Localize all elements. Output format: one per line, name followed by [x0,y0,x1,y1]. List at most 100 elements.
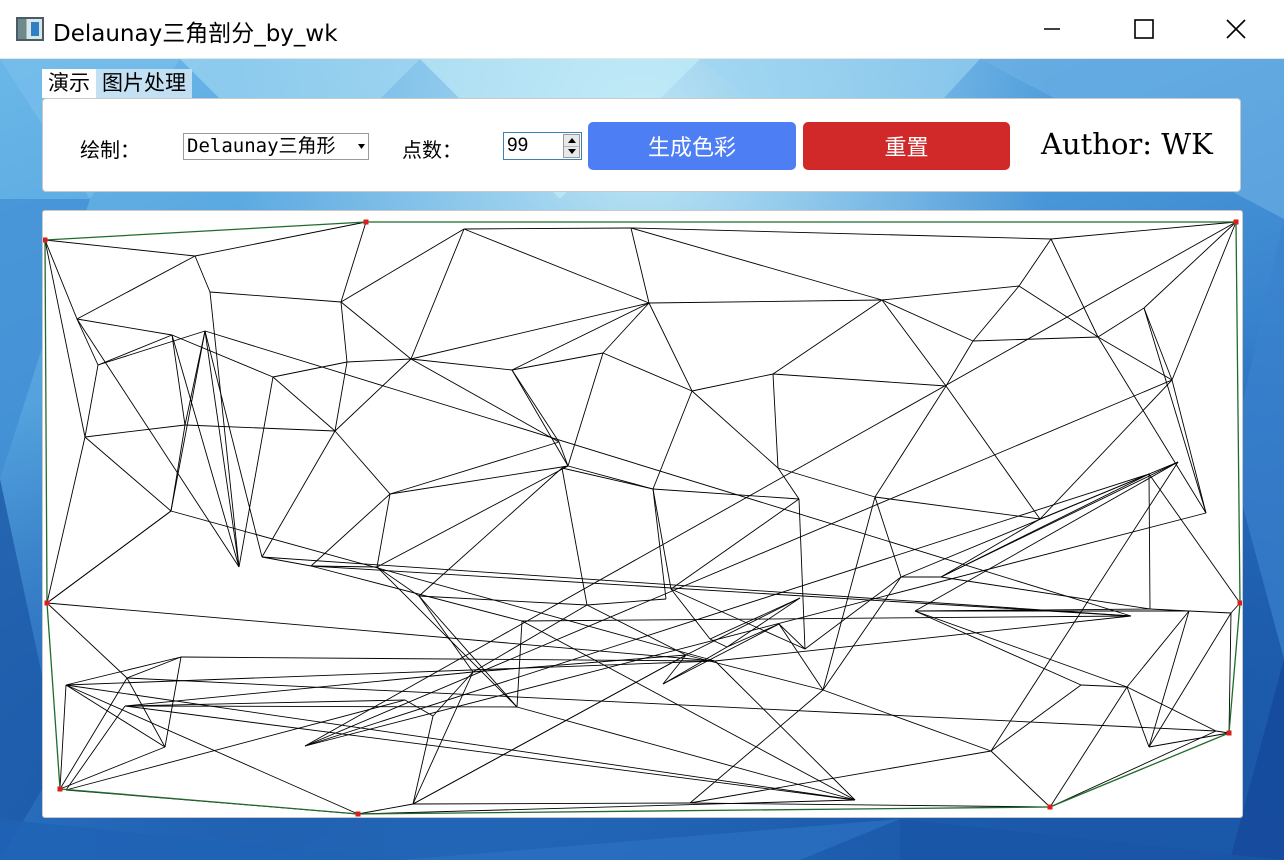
triangle-edge [412,802,691,805]
triangulation-canvas[interactable] [42,210,1243,818]
triangle-edge [662,623,780,685]
triangle-edge [602,352,693,392]
triangle-edge [881,285,1020,301]
menu-bar: 演示 图片处理 [42,69,192,98]
app-window-icon [16,17,44,41]
triangle-edge [76,318,99,366]
hull-edge [1235,221,1241,604]
triangle-edge [65,699,406,791]
triangle-edge [822,576,902,691]
reset-button[interactable]: 重置 [803,122,1010,170]
triangle-edge [304,221,1237,747]
triangle-edge [171,334,274,378]
triangle-edge [170,330,206,512]
triangle-edge [561,467,588,606]
triangle-edge [652,488,672,590]
triangle-edge [1148,473,1241,604]
spin-down-button[interactable] [564,146,579,157]
triangle-edge [84,436,172,512]
triangle-edge [714,615,1132,662]
delaunay-triangulation-drawing [43,219,1242,817]
triangle-edge [689,750,992,804]
triangle-edge [194,255,211,293]
triangle-edge [340,301,348,363]
app-window: Delaunay三角剖分_by_wk 演示 图片处理 绘制： Delaunay三… [0,0,1284,860]
triangle-edge [1148,612,1232,748]
triangle-edge [630,227,1052,240]
triangle-edge [126,677,1217,732]
triangle-edge [874,496,1041,520]
triangle-edge [412,654,687,805]
triangle-edge [516,620,523,708]
generate-color-button[interactable]: 生成色彩 [588,122,796,170]
points-value[interactable]: 99 [507,135,528,157]
triangle-edge [304,379,1173,747]
triangle-edge [516,706,856,801]
triangle-edge [304,512,1207,747]
triangle-edge [561,467,654,490]
triangle-edge [689,802,1051,808]
triangle-edge [97,334,173,366]
triangle-edge [334,358,412,432]
triangle-edge [44,239,196,257]
triangle-edge [1126,610,1190,688]
chevron-down-icon [357,140,366,153]
triangle-edge [558,441,569,467]
triangle-edge [1171,221,1237,381]
points-spinbox[interactable]: 99 [503,132,582,160]
triangle-edge [945,340,974,387]
arrow-down-icon [567,149,576,154]
triangle-edge [84,424,186,438]
hull-edge [44,221,367,241]
triangle-edge [691,390,779,469]
triangle-edge [648,299,883,304]
menu-item-image-processing[interactable]: 图片处理 [96,69,192,98]
triangle-edge [209,291,342,303]
triangle-edge [990,684,1082,752]
close-button[interactable] [1190,0,1282,58]
triangle-edge [511,352,604,371]
minimize-button[interactable] [1006,0,1098,58]
triangle-edge [84,364,99,438]
triangle-edge [46,602,128,679]
triangle-edge [238,376,274,568]
close-icon [1226,19,1246,39]
triangle-edge [65,660,716,686]
triangle-edge [511,302,650,371]
triangle-edge [798,498,806,650]
triangle-edge [822,496,876,691]
triangle-edge [59,677,128,790]
triangle-edge [874,496,902,578]
triangle-edge [340,301,412,360]
triangle-edge [412,715,434,805]
triangle-edge [1171,379,1207,514]
triangle-edge [709,638,728,648]
triangle-edge [972,336,1099,342]
triangle-edge [1050,221,1237,240]
arrow-up-icon [567,138,576,143]
hull-vertex-marker [1226,730,1232,736]
hull-vertex-marker [57,786,63,792]
triangle-edge [652,488,800,500]
triangle-edge [1080,684,1128,688]
triangle-edge [124,699,406,707]
title-bar[interactable]: Delaunay三角剖分_by_wk [0,0,1284,59]
draw-mode-select[interactable]: Delaunay三角形 [183,133,369,160]
control-panel: 绘制： Delaunay三角形 点数： 99 生成色彩 重置 Author: W… [42,98,1241,192]
triangle-edge [334,361,348,432]
triangle-edge [389,441,560,495]
triangle-edge [652,390,693,490]
hull-vertex-marker [363,219,369,225]
spin-buttons [563,134,580,158]
triangle-edge [940,461,1179,578]
triangle-edge [630,227,650,304]
triangle-edge [914,610,1128,688]
client-area: 演示 图片处理 绘制： Delaunay三角形 点数： 99 生成色彩 重置 A… [0,59,1284,860]
triangle-edge [691,373,774,392]
triangle-edge [76,318,173,336]
triangle-edge [1097,307,1145,338]
triangle-edge [1039,379,1173,520]
triangle-edge [46,602,716,662]
maximize-button[interactable] [1098,0,1190,58]
menu-item-demo[interactable]: 演示 [42,69,96,98]
